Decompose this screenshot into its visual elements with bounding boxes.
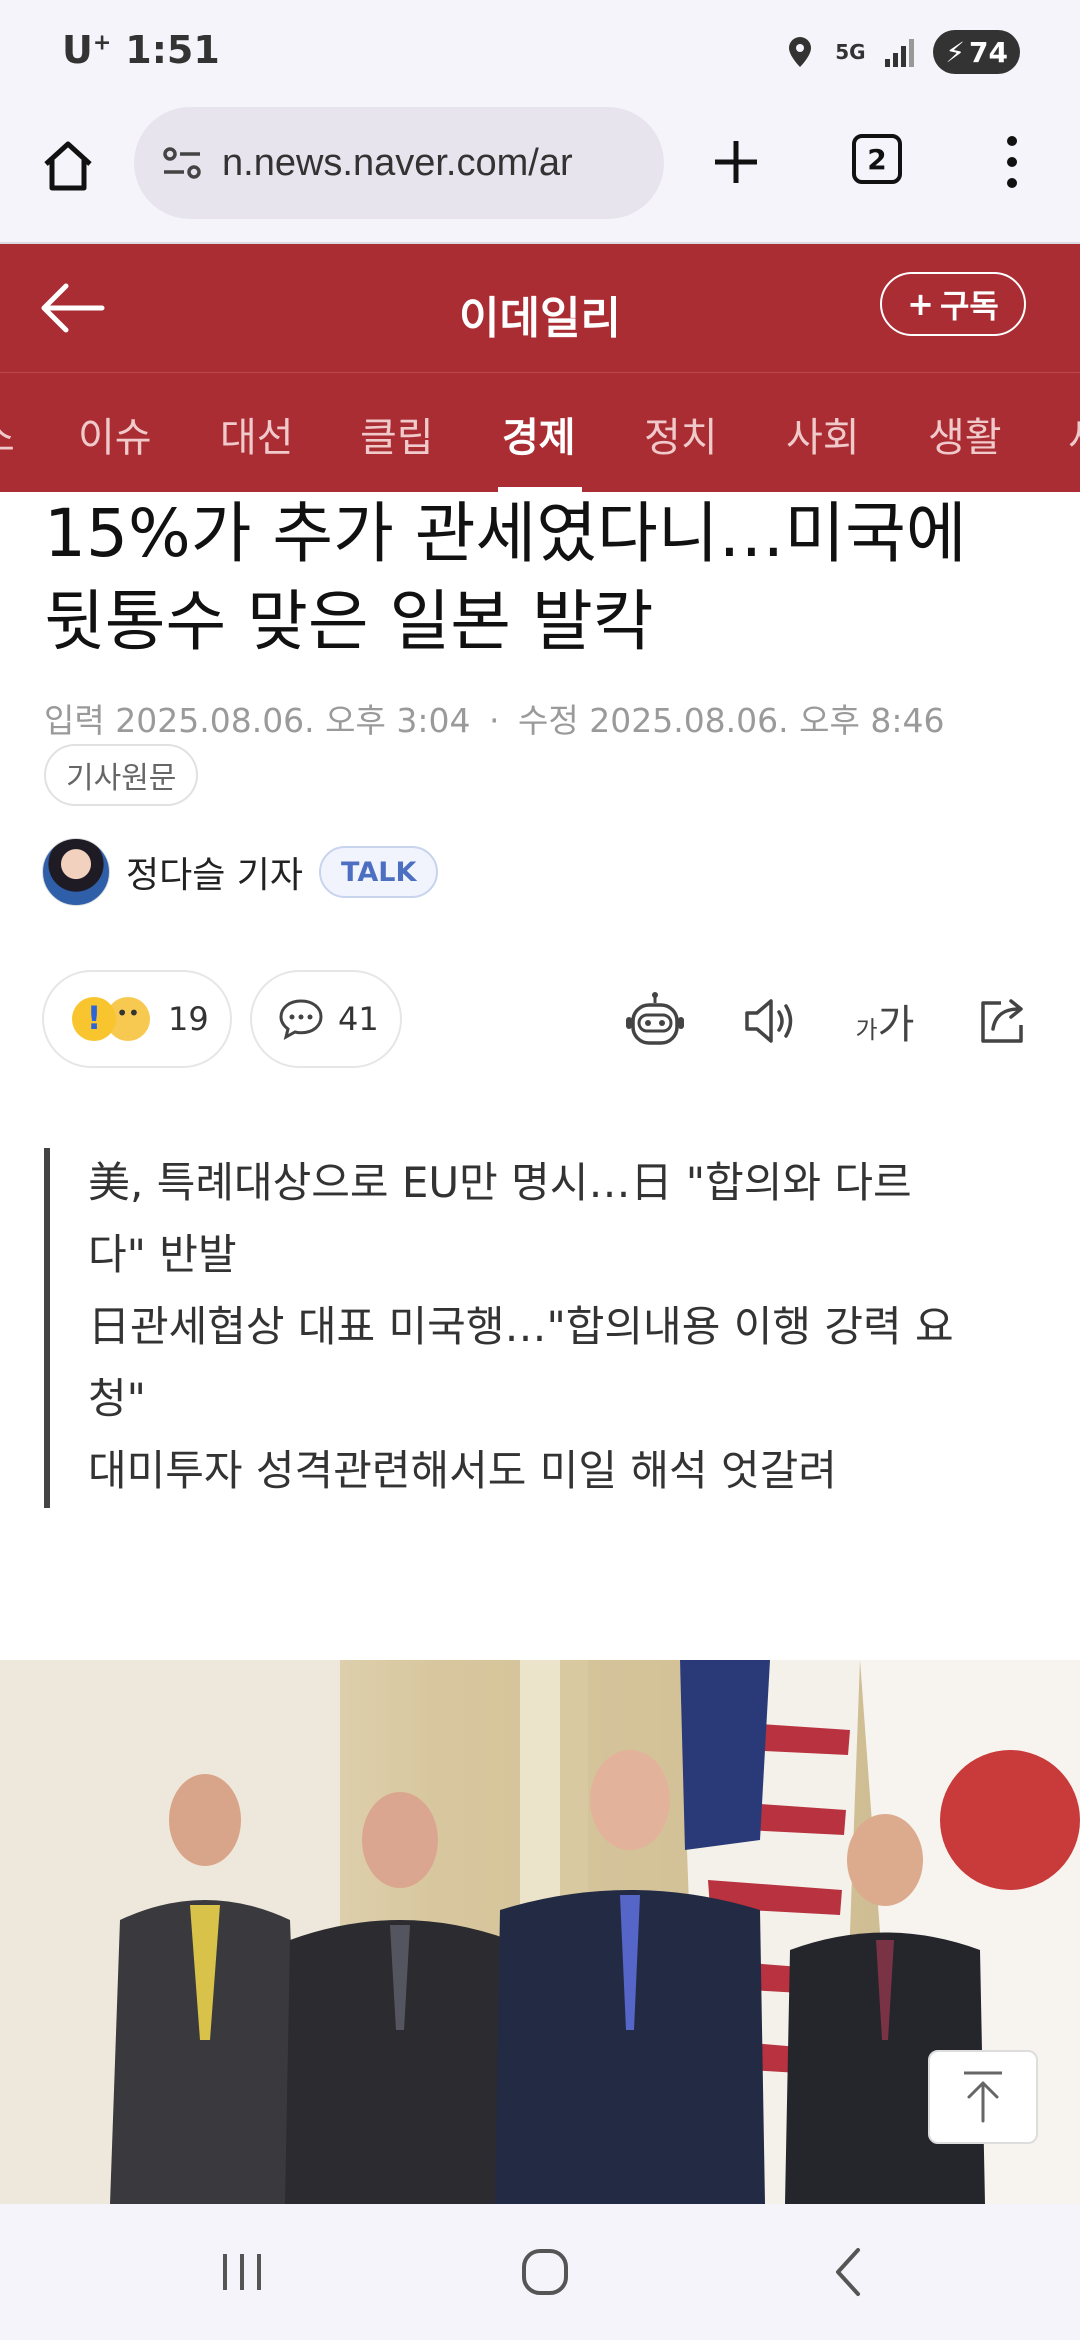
summary-line: 대미투자 성격관련해서도 미일 해석 엇갈려 [88, 1446, 837, 1495]
home-nav-button[interactable] [505, 2240, 585, 2304]
arrow-up-icon [964, 2071, 1002, 2123]
article-photo[interactable] [0, 1660, 1080, 2204]
recent-apps-button[interactable] [202, 2240, 282, 2304]
font-size-label: 가가 [855, 1002, 915, 1048]
new-tab-button[interactable] [706, 132, 766, 192]
home-circle-icon [522, 2249, 568, 2295]
menu-dot [1007, 135, 1017, 146]
robot-icon [626, 992, 684, 1045]
headline-line: 뒷통수 맞은 일본 발칵 [44, 583, 654, 660]
clock: 1:51 [125, 28, 220, 72]
reporter-info: 정다슬 기자 TALK [42, 838, 439, 906]
reaction-count: 19 [168, 1000, 209, 1038]
browser-toolbar: n.news.naver.com/ar 2 [0, 100, 1080, 244]
text-to-speech-button[interactable] [738, 988, 804, 1054]
comment-icon [279, 999, 323, 1040]
reaction-button[interactable]: 19 [42, 970, 232, 1068]
plus-icon [715, 141, 757, 183]
recent-apps-icon [223, 2254, 261, 2290]
charging-icon: ⚡ [945, 35, 966, 69]
input-date: 2025.08.06. 오후 3:04 [115, 701, 471, 740]
tab-economy[interactable]: 경제 [502, 405, 576, 463]
surprised-emoji-icon [72, 997, 116, 1041]
summary-line: 日관세협상 대표 미국행…"합의내용 이행 강력 요 [88, 1302, 954, 1351]
tab-partial-left[interactable]: 스 [0, 405, 15, 463]
menu-dot [1007, 178, 1017, 189]
reporter-name[interactable]: 정다슬 기자 [126, 846, 303, 898]
system-nav-bar [0, 2204, 1080, 2340]
reporter-avatar[interactable] [42, 838, 110, 906]
network-5g-icon: 5G [835, 40, 866, 64]
comment-count: 41 [338, 1000, 379, 1038]
tab-society[interactable]: 사회 [786, 405, 860, 463]
comment-button[interactable]: 41 [250, 970, 402, 1068]
tab-clip[interactable]: 클립 [360, 405, 434, 463]
tab-issue[interactable]: 이슈 [78, 405, 152, 463]
home-button[interactable] [36, 134, 100, 198]
location-icon [783, 35, 817, 69]
speaker-icon [745, 999, 793, 1043]
share-button[interactable] [970, 988, 1036, 1054]
status-right: 5G ⚡ 74 [783, 30, 1020, 74]
site-settings-icon[interactable] [160, 145, 204, 181]
signal-icon [883, 35, 917, 69]
meta-separator: · [488, 701, 500, 740]
photo-illustration [0, 1660, 1080, 2204]
tab-partial-right[interactable]: 세 [1068, 405, 1080, 463]
tab-life[interactable]: 생활 [928, 405, 1002, 463]
summary-line: 다" 반발 [88, 1230, 237, 1279]
summary-line: 美, 특례대상으로 EU만 명시…日 "합의와 다르 [88, 1158, 912, 1207]
article-dates: 입력 2025.08.06. 오후 3:04 · 수정 2025.08.06. … [44, 694, 944, 742]
scroll-to-top-button[interactable] [928, 2050, 1038, 2144]
tab-switcher-button[interactable]: 2 [852, 134, 902, 184]
address-bar[interactable]: n.news.naver.com/ar [134, 107, 664, 219]
category-tabs: 스 이슈 대선 클립 경제 정치 사회 생활 세 [0, 372, 1080, 492]
home-icon [44, 141, 92, 191]
status-bar: U+ 1:51 5G ⚡ 74 [0, 0, 1080, 100]
back-nav-button[interactable] [808, 2240, 888, 2304]
browser-menu-button[interactable] [990, 130, 1034, 194]
share-icon [981, 999, 1023, 1043]
url-text[interactable]: n.news.naver.com/ar [222, 142, 573, 185]
battery-level: 74 [969, 35, 1008, 69]
battery-indicator: ⚡ 74 [933, 30, 1020, 74]
menu-dot [1007, 156, 1017, 167]
summary-line: 청" [88, 1374, 146, 1423]
tab-election[interactable]: 대선 [220, 405, 294, 463]
font-size-button[interactable]: 가가 [852, 988, 918, 1054]
modified-date: 2025.08.06. 오후 8:46 [589, 701, 945, 740]
plus-icon: + [907, 285, 934, 323]
original-article-button[interactable]: 기사원문 [44, 744, 199, 806]
talk-button[interactable]: TALK [319, 846, 439, 898]
subscribe-label: 구독 [939, 287, 999, 325]
status-left: U+ 1:51 [62, 28, 220, 72]
site-header: 이데일리 + 구독 [0, 244, 1080, 372]
ai-summary-button[interactable] [622, 988, 688, 1054]
input-label: 입력 [44, 701, 105, 740]
subscribe-button[interactable]: + 구독 [880, 272, 1026, 336]
tab-politics[interactable]: 정치 [644, 405, 718, 463]
headline-line: 15%가 추가 관세였다니…미국에 [44, 495, 967, 572]
modified-label: 수정 [517, 701, 579, 740]
chevron-left-icon [836, 2248, 860, 2296]
carrier-label: U+ [62, 28, 112, 72]
article-headline: 15%가 추가 관세였다니…미국에 뒷통수 맞은 일본 발칵 [44, 490, 1044, 666]
article-summary: 美, 특례대상으로 EU만 명시…日 "합의와 다르 다" 반발 日관세협상 대… [44, 1148, 1024, 1508]
